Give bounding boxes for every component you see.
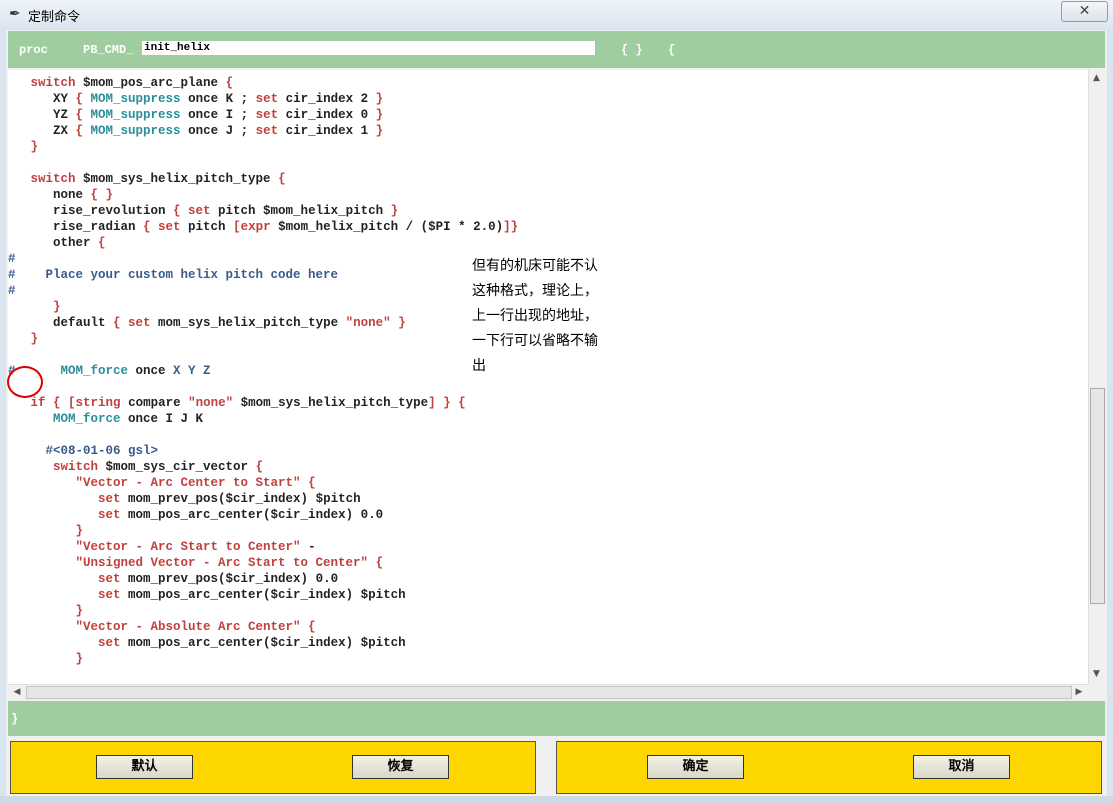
code-line: } xyxy=(8,332,39,346)
code-line: } xyxy=(8,652,84,666)
scroll-right-icon[interactable]: ▶ xyxy=(1072,685,1086,699)
code-line: set mom_prev_pos($cir_index) $pitch xyxy=(98,492,361,506)
code-line: set mom_pos_arc_center($cir_index) $pitc… xyxy=(98,588,406,602)
command-name-input[interactable] xyxy=(142,41,595,55)
code-line: switch $mom_pos_arc_plane { xyxy=(30,76,234,90)
close-button[interactable]: ✕ xyxy=(1061,1,1108,22)
code-line: ZX { MOM_suppress once J ; set cir_index… xyxy=(8,124,384,138)
proc-keyword: proc xyxy=(19,43,48,57)
code-line: "Unsigned Vector - Arc Start to Center" … xyxy=(8,556,384,570)
code-line: none { } xyxy=(8,188,114,202)
proc-footer-bar xyxy=(8,701,1105,736)
code-line: MOM_force once I J K xyxy=(8,412,204,426)
restore-button[interactable]: 恢复 xyxy=(352,755,449,779)
right-button-panel xyxy=(556,741,1102,794)
code-line: } xyxy=(8,524,84,538)
ok-button[interactable]: 确定 xyxy=(647,755,744,779)
command-prefix: PB_CMD_ xyxy=(83,43,134,57)
code-line: "Vector - Arc Center to Start" { xyxy=(8,476,316,490)
horizontal-scroll-thumb[interactable] xyxy=(26,686,1072,699)
default-button[interactable]: 默认 xyxy=(96,755,193,779)
code-line: switch $mom_sys_cir_vector { xyxy=(53,460,264,474)
red-circle-marker xyxy=(7,366,43,398)
window-title: 定制命令 xyxy=(28,10,81,25)
code-line: XY { MOM_suppress once K ; set cir_index… xyxy=(8,92,384,106)
left-button-panel xyxy=(10,741,536,794)
title-bar xyxy=(0,0,1113,28)
code-line: "Vector - Arc Start to Center" - xyxy=(8,540,316,554)
code-line: rise_radian { set pitch [expr $mom_helix… xyxy=(8,220,519,234)
annotation-note: 但有的机床可能不认 这种格式，理论上， 上一行出现的地址， 一下行可以省略不输 … xyxy=(472,254,622,379)
code-line: set mom_pos_arc_center($cir_index) 0.0 xyxy=(98,508,384,522)
cancel-button[interactable]: 取消 xyxy=(913,755,1010,779)
code-line: # xyxy=(8,252,16,266)
scroll-up-icon[interactable]: ▲ xyxy=(1089,71,1104,86)
code-line: default { set mom_sys_helix_pitch_type "… xyxy=(8,316,406,330)
feather-icon: ✒ xyxy=(9,6,21,22)
annotation-line: 出 xyxy=(472,358,486,374)
vertical-scroll-thumb[interactable] xyxy=(1090,388,1105,604)
code-line: "Vector - Absolute Arc Center" { xyxy=(8,620,316,634)
annotation-line: 这种格式，理论上， xyxy=(472,283,598,299)
open-brace: { xyxy=(668,43,676,57)
scroll-down-icon[interactable]: ▼ xyxy=(1089,667,1104,682)
code-line: } xyxy=(8,604,84,618)
code-line: # xyxy=(8,284,16,298)
brace-pair: { } xyxy=(621,43,643,57)
annotation-line: 一下行可以省略不输 xyxy=(472,333,598,349)
code-line: other { xyxy=(8,236,106,250)
code-line: YZ { MOM_suppress once I ; set cir_index… xyxy=(8,108,384,122)
code-line: # Place your custom helix pitch code her… xyxy=(8,268,339,282)
code-line: set mom_pos_arc_center($cir_index) $pitc… xyxy=(98,636,406,650)
closing-brace: } xyxy=(11,712,19,726)
code-line: #<08-01-06 gsl> xyxy=(8,444,159,458)
code-line: set mom_prev_pos($cir_index) 0.0 xyxy=(98,572,339,586)
code-line: if { [string compare "none" $mom_sys_hel… xyxy=(30,396,466,410)
code-line: rise_revolution { set pitch $mom_helix_p… xyxy=(8,204,399,218)
code-line: switch $mom_sys_helix_pitch_type { xyxy=(30,172,286,186)
annotation-line: 但有的机床可能不认 xyxy=(472,258,598,274)
code-line: } xyxy=(8,300,61,314)
code-line: } xyxy=(8,140,39,154)
taskbar-strip xyxy=(0,796,1113,804)
scroll-left-icon[interactable]: ◀ xyxy=(10,685,24,699)
annotation-line: 上一行出现的地址， xyxy=(472,308,598,324)
